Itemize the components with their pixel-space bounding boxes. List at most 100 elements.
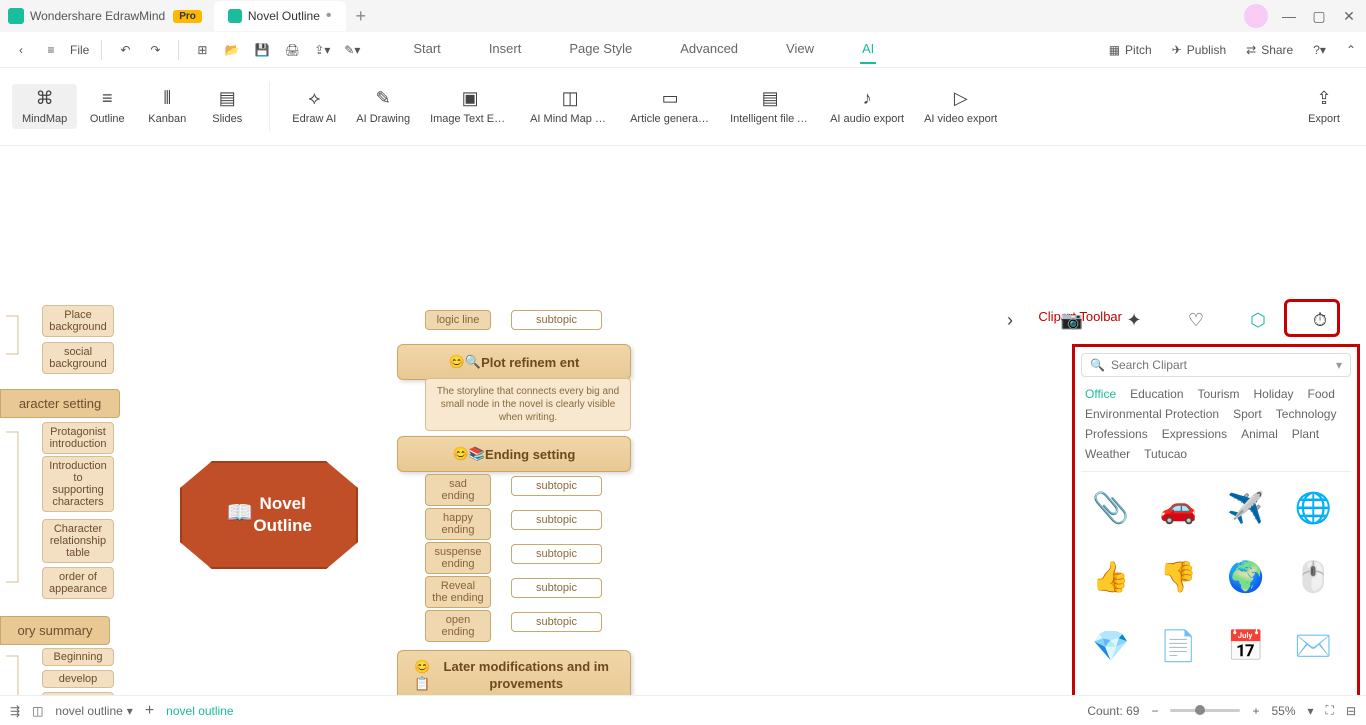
clipart-item[interactable]: 📎 — [1087, 486, 1135, 530]
clipart-category[interactable]: Expressions — [1162, 427, 1227, 441]
ribbon-ai-button[interactable]: ◫AI Mind Map Gen... — [520, 84, 620, 129]
clipart-category[interactable]: Tutucao — [1144, 447, 1187, 461]
clipart-category[interactable]: Plant — [1292, 427, 1319, 441]
clipart-category[interactable]: Food — [1308, 387, 1335, 401]
document-tab[interactable]: Novel Outline • — [214, 1, 346, 31]
redo-button[interactable]: ↷ — [144, 39, 166, 61]
canvas[interactable]: 📖 Novel Outline Place background social … — [0, 146, 1366, 695]
ribbon-export[interactable]: ⇪Export — [1294, 84, 1354, 129]
pitch-button[interactable]: ▦Pitch — [1109, 43, 1152, 57]
r-label[interactable]: suspense ending — [425, 542, 491, 574]
collapse-button[interactable]: ⌃ — [1346, 43, 1356, 57]
zoom-out-button[interactable]: − — [1151, 704, 1158, 718]
search-dropdown-icon[interactable]: ▾ — [1336, 358, 1342, 372]
file-menu[interactable]: File — [70, 39, 89, 61]
left-node[interactable]: social background — [42, 342, 114, 374]
r-label[interactable]: logic line — [425, 310, 491, 330]
fullscreen-icon[interactable]: ⛶ — [1326, 703, 1334, 718]
menu-ai[interactable]: AI — [860, 35, 876, 64]
section-header[interactable]: ory summary — [0, 616, 110, 645]
left-node[interactable]: Beginning — [42, 648, 114, 666]
maximize-button[interactable]: ▢ — [1310, 7, 1328, 25]
r-label[interactable]: sad ending — [425, 474, 491, 506]
menu-view[interactable]: View — [784, 35, 816, 64]
clipart-category[interactable]: Education — [1130, 387, 1183, 401]
menu-advanced[interactable]: Advanced — [678, 35, 740, 64]
r-sub[interactable]: subtopic — [511, 476, 602, 496]
camera-icon[interactable]: 📷 — [1058, 306, 1086, 334]
clipart-item[interactable]: 📅 — [1222, 625, 1270, 669]
menu-insert[interactable]: Insert — [487, 35, 524, 64]
left-node[interactable]: Character relationship table — [42, 519, 114, 563]
open-icon[interactable]: 📂 — [221, 39, 243, 61]
ribbon-ai-button[interactable]: ▣Image Text Extrac... — [420, 84, 520, 129]
clipart-item[interactable]: 📄 — [1155, 625, 1203, 669]
r-sub[interactable]: subtopic — [511, 612, 602, 632]
r-sub[interactable]: subtopic — [511, 578, 602, 598]
clock-icon[interactable]: ⏱ — [1306, 306, 1334, 334]
add-page-button[interactable]: + — [145, 702, 154, 720]
r-label[interactable]: Reveal the ending — [425, 576, 491, 608]
ribbon-view-kanban[interactable]: ⫴Kanban — [137, 84, 197, 129]
clipart-item[interactable]: 🌍 — [1222, 555, 1270, 599]
left-node[interactable]: Introduction to supporting characters — [42, 456, 114, 512]
clipart-category[interactable]: Weather — [1085, 447, 1130, 461]
help-button[interactable]: ?▾ — [1313, 43, 1326, 57]
plot-refinement-desc[interactable]: The storyline that connects every big an… — [425, 378, 631, 431]
ribbon-ai-button[interactable]: ▷AI video export — [914, 84, 1007, 129]
section-ending[interactable]: 😊📚 Ending setting — [397, 436, 631, 472]
clipart-item[interactable]: ✈️ — [1222, 486, 1270, 530]
ribbon-view-outline[interactable]: ≡Outline — [77, 84, 137, 129]
left-node[interactable]: Place background — [42, 305, 114, 337]
minimize-button[interactable]: — — [1280, 7, 1298, 25]
left-node[interactable]: develop — [42, 670, 114, 688]
save-icon[interactable]: 💾 — [251, 39, 273, 61]
clipart-category[interactable]: Sport — [1233, 407, 1262, 421]
clipart-icon[interactable]: ⬡ — [1244, 306, 1272, 334]
clipart-category[interactable]: Technology — [1276, 407, 1337, 421]
zoom-dropdown-icon[interactable]: ▾ — [1308, 704, 1314, 718]
edit-dropdown[interactable]: ✎▾ — [341, 39, 363, 61]
user-avatar[interactable] — [1244, 4, 1268, 28]
clipart-search-input[interactable] — [1111, 358, 1330, 372]
publish-button[interactable]: ✈Publish — [1172, 43, 1226, 57]
r-sub[interactable]: subtopic — [511, 310, 602, 330]
hamburger-icon[interactable]: ≡ — [40, 39, 62, 61]
active-page-tab[interactable]: novel outline — [166, 704, 233, 718]
collapse-panel-icon[interactable]: ⊟ — [1346, 704, 1356, 718]
clipart-category[interactable]: Holiday — [1254, 387, 1294, 401]
share-button[interactable]: ⇄Share — [1246, 43, 1293, 57]
r-label[interactable]: happy ending — [425, 508, 491, 540]
clipart-item[interactable]: 🌐 — [1290, 486, 1338, 530]
zoom-in-button[interactable]: + — [1252, 704, 1259, 718]
ribbon-ai-button[interactable]: ▭Article generation — [620, 84, 720, 129]
clipart-category[interactable]: Professions — [1085, 427, 1148, 441]
clipart-item[interactable]: 🖱️ — [1290, 555, 1338, 599]
menu-start[interactable]: Start — [411, 35, 442, 64]
clipart-item[interactable]: 💎 — [1087, 625, 1135, 669]
new-tab-button[interactable]: + — [356, 6, 367, 27]
r-sub[interactable]: subtopic — [511, 544, 602, 564]
doc-name[interactable]: novel outline ▾ — [55, 704, 132, 718]
heart-icon[interactable]: ♡ — [1182, 306, 1210, 334]
new-icon[interactable]: ⊞ — [191, 39, 213, 61]
clipart-item[interactable]: 👎 — [1155, 555, 1203, 599]
r-label[interactable]: open ending — [425, 610, 491, 642]
print-icon[interactable]: 🖨 — [281, 39, 303, 61]
ribbon-ai-button[interactable]: ♪AI audio export — [820, 84, 914, 129]
ribbon-ai-button[interactable]: ▤Intelligent file An... — [720, 84, 820, 129]
clipart-item[interactable]: 👍 — [1087, 555, 1135, 599]
undo-button[interactable]: ↶ — [114, 39, 136, 61]
pages-icon[interactable]: ◫ — [32, 704, 43, 718]
ribbon-view-mindmap[interactable]: ⌘MindMap — [12, 84, 77, 129]
left-node[interactable]: Protagonist introduction — [42, 422, 114, 454]
clipart-category[interactable]: Environmental Protection — [1085, 407, 1219, 421]
section-plot-refinement[interactable]: 😊🔍 Plot refinem ent — [397, 344, 631, 380]
expand-icon[interactable]: › — [996, 306, 1024, 334]
back-button[interactable]: ‹ — [10, 39, 32, 61]
r-sub[interactable]: subtopic — [511, 510, 602, 530]
clipart-item[interactable]: 🚗 — [1155, 486, 1203, 530]
sparkle-icon[interactable]: ✦ — [1120, 306, 1148, 334]
export-dropdown[interactable]: ⇪▾ — [311, 39, 333, 61]
ribbon-view-slides[interactable]: ▤Slides — [197, 84, 257, 129]
